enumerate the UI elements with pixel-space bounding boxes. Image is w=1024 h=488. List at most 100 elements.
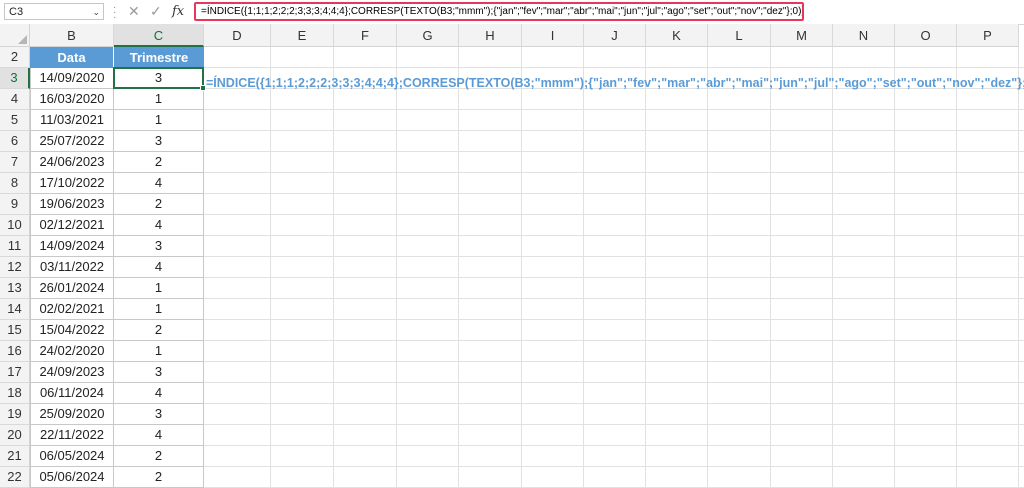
table-cell-data[interactable]: 25/07/2022 xyxy=(30,131,114,152)
row-header-9[interactable]: 9 xyxy=(0,194,30,215)
grid-column-line xyxy=(894,47,895,488)
column-header-m[interactable]: M xyxy=(771,24,833,47)
table-cell-trimestre[interactable]: 1 xyxy=(114,341,204,362)
grid-column-line xyxy=(956,47,957,488)
table-cell-trimestre[interactable]: 3 xyxy=(114,236,204,257)
grid-column-line xyxy=(270,47,271,488)
resize-handle-icon[interactable]: · · · xyxy=(113,3,117,23)
grid-column-line xyxy=(1018,47,1019,488)
table-cell-data[interactable]: 24/09/2023 xyxy=(30,362,114,383)
column-header-k[interactable]: K xyxy=(646,24,708,47)
column-header-l[interactable]: L xyxy=(708,24,771,47)
table-cell-data[interactable]: 22/11/2022 xyxy=(30,425,114,446)
table-cell-data[interactable]: 15/04/2022 xyxy=(30,320,114,341)
table-cell-data[interactable]: 25/09/2020 xyxy=(30,404,114,425)
row-header-17[interactable]: 17 xyxy=(0,362,30,383)
table-cell-trimestre[interactable]: 3 xyxy=(114,404,204,425)
table-cell-data[interactable]: 02/02/2021 xyxy=(30,299,114,320)
row-header-2[interactable]: 2 xyxy=(0,47,30,68)
column-header-p[interactable]: P xyxy=(957,24,1019,47)
column-header-d[interactable]: D xyxy=(204,24,271,47)
column-header-j[interactable]: J xyxy=(584,24,646,47)
table-cell-data[interactable]: 17/10/2022 xyxy=(30,173,114,194)
chevron-down-icon[interactable]: ⌄ xyxy=(92,4,100,21)
table-cell-data[interactable]: 19/06/2023 xyxy=(30,194,114,215)
table-cell-trimestre[interactable]: 2 xyxy=(114,467,204,488)
row-header-6[interactable]: 6 xyxy=(0,131,30,152)
formula-input[interactable]: =ÍNDICE({1;1;1;2;2;2;3;3;3;4;4;4};CORRES… xyxy=(194,2,804,21)
grid-column-line xyxy=(458,47,459,488)
table-cell-trimestre[interactable]: 4 xyxy=(114,425,204,446)
cancel-icon[interactable]: ✕ xyxy=(128,3,140,20)
table-cell-trimestre[interactable]: 3 xyxy=(114,131,204,152)
table-header-data[interactable]: Data xyxy=(30,47,114,68)
table-cell-trimestre[interactable]: 1 xyxy=(114,299,204,320)
row-header-16[interactable]: 16 xyxy=(0,341,30,362)
grid-column-line xyxy=(707,47,708,488)
table-header-trimestre[interactable]: Trimestre xyxy=(114,47,204,68)
row-header-4[interactable]: 4 xyxy=(0,89,30,110)
row-header-12[interactable]: 12 xyxy=(0,257,30,278)
name-box-value: C3 xyxy=(9,6,24,18)
table-cell-trimestre[interactable]: 1 xyxy=(114,278,204,299)
table-cell-data[interactable]: 24/02/2020 xyxy=(30,341,114,362)
row-header-21[interactable]: 21 xyxy=(0,446,30,467)
table-cell-data[interactable]: 05/06/2024 xyxy=(30,467,114,488)
row-header-8[interactable]: 8 xyxy=(0,173,30,194)
table-cell-trimestre[interactable]: 2 xyxy=(114,320,204,341)
column-header-o[interactable]: O xyxy=(895,24,957,47)
row-header-20[interactable]: 20 xyxy=(0,425,30,446)
active-cell-border[interactable] xyxy=(113,67,204,89)
table-cell-trimestre[interactable]: 4 xyxy=(114,215,204,236)
table-cell-data[interactable]: 24/06/2023 xyxy=(30,152,114,173)
row-header-7[interactable]: 7 xyxy=(0,152,30,173)
row-header-11[interactable]: 11 xyxy=(0,236,30,257)
grid-column-line xyxy=(521,47,522,488)
table-cell-data[interactable]: 03/11/2022 xyxy=(30,257,114,278)
column-header-e[interactable]: E xyxy=(271,24,334,47)
table-cell-data[interactable]: 26/01/2024 xyxy=(30,278,114,299)
select-all-corner[interactable] xyxy=(0,24,30,47)
formula-text-cell-d3[interactable]: =ÍNDICE({1;1;1;2;2;2;3;3;3;4;4;4};CORRES… xyxy=(206,73,1024,94)
table-cell-trimestre[interactable]: 1 xyxy=(114,110,204,131)
table-cell-trimestre[interactable]: 4 xyxy=(114,173,204,194)
column-header-i[interactable]: I xyxy=(522,24,584,47)
table-cell-data[interactable]: 14/09/2020 xyxy=(30,68,114,89)
row-header-13[interactable]: 13 xyxy=(0,278,30,299)
enter-icon[interactable]: ✓ xyxy=(150,3,162,20)
grid-column-line xyxy=(770,47,771,488)
formula-bar: C3 ⌄ · · · ✕ ✓ fx =ÍNDICE({1;1;1;2;2;2;3;3… xyxy=(0,0,1024,25)
row-header-14[interactable]: 14 xyxy=(0,299,30,320)
table-cell-data[interactable]: 16/03/2020 xyxy=(30,89,114,110)
row-header-22[interactable]: 22 xyxy=(0,467,30,488)
select-all-icon xyxy=(18,35,27,44)
table-cell-data[interactable]: 02/12/2021 xyxy=(30,215,114,236)
table-cell-trimestre[interactable]: 4 xyxy=(114,383,204,404)
column-header-b[interactable]: B xyxy=(30,24,114,47)
column-header-c[interactable]: C xyxy=(114,24,204,47)
table-cell-trimestre[interactable]: 1 xyxy=(114,89,204,110)
table-cell-data[interactable]: 11/03/2021 xyxy=(30,110,114,131)
row-header-10[interactable]: 10 xyxy=(0,215,30,236)
row-header-18[interactable]: 18 xyxy=(0,383,30,404)
table-cell-data[interactable]: 06/05/2024 xyxy=(30,446,114,467)
row-header-19[interactable]: 19 xyxy=(0,404,30,425)
table-cell-trimestre[interactable]: 2 xyxy=(114,194,204,215)
row-header-15[interactable]: 15 xyxy=(0,320,30,341)
column-header-n[interactable]: N xyxy=(833,24,895,47)
table-cell-data[interactable]: 06/11/2024 xyxy=(30,383,114,404)
name-box[interactable]: C3 ⌄ xyxy=(4,3,104,20)
grid-column-line xyxy=(645,47,646,488)
row-header-3[interactable]: 3 xyxy=(0,68,30,89)
column-header-h[interactable]: H xyxy=(459,24,522,47)
table-cell-trimestre[interactable]: 3 xyxy=(114,362,204,383)
insert-function-icon[interactable]: fx xyxy=(172,3,184,20)
row-header-5[interactable]: 5 xyxy=(0,110,30,131)
table-cell-trimestre[interactable]: 2 xyxy=(114,446,204,467)
table-cell-data[interactable]: 14/09/2024 xyxy=(30,236,114,257)
grid-column-line xyxy=(333,47,334,488)
table-cell-trimestre[interactable]: 2 xyxy=(114,152,204,173)
column-header-g[interactable]: G xyxy=(397,24,459,47)
table-cell-trimestre[interactable]: 4 xyxy=(114,257,204,278)
column-header-f[interactable]: F xyxy=(334,24,397,47)
